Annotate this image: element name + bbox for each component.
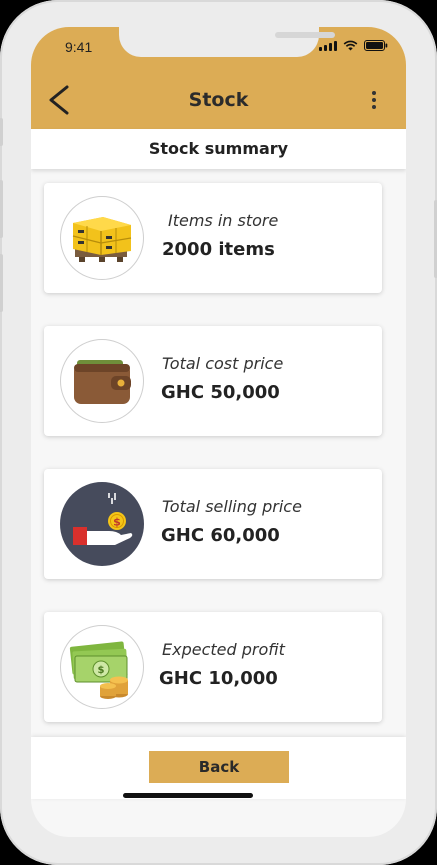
footer-bar: Back [31, 737, 406, 799]
item-label: Expected profit [162, 640, 285, 659]
item-label: Total selling price [162, 497, 302, 516]
item-value: GHC 60,000 [161, 525, 280, 546]
battery-icon [364, 40, 388, 51]
item-value: 2000 items [162, 239, 275, 260]
hand-coin-icon: $ [60, 482, 144, 566]
app-screen: 9:41 Stock Stock summary Items in store … [31, 27, 406, 837]
notch [119, 27, 335, 57]
status-icons [319, 40, 388, 51]
signal-icon [319, 41, 337, 51]
item-label: Items in store [168, 211, 279, 230]
pallet-boxes-icon [60, 196, 144, 280]
volume-up-button [0, 180, 3, 238]
phone-frame: 9:41 Stock Stock summary Items in store … [0, 0, 437, 865]
money-stack-icon: $ [60, 625, 144, 709]
back-button[interactable]: Back [149, 751, 289, 783]
status-time: 9:41 [65, 39, 93, 55]
list-item-total-cost-price: Total cost price GHC 50,000 [44, 326, 382, 436]
item-label: Total cost price [162, 354, 284, 373]
page-title: Stock [188, 89, 249, 111]
svg-text:$: $ [98, 665, 105, 676]
item-value: GHC 10,000 [159, 668, 278, 689]
app-bar: 9:41 Stock [31, 27, 406, 129]
more-options-icon[interactable] [370, 91, 378, 111]
item-value: GHC 50,000 [161, 382, 280, 403]
list-item-items-in-store: Items in store 2000 items [44, 183, 382, 293]
home-indicator [123, 793, 253, 798]
list-item-total-selling-price: $ Total selling price GHC 60,000 [44, 469, 382, 579]
mute-switch [0, 118, 3, 146]
wallet-icon [60, 339, 144, 423]
summary-list: Items in store 2000 items Total cost pri… [44, 183, 382, 755]
volume-down-button [0, 254, 3, 312]
list-item-expected-profit: $ Expected profit GHC 10,000 [44, 612, 382, 722]
section-title: Stock summary [31, 129, 406, 169]
svg-text:$: $ [113, 516, 121, 529]
speaker [275, 32, 335, 38]
wifi-icon [343, 40, 358, 51]
